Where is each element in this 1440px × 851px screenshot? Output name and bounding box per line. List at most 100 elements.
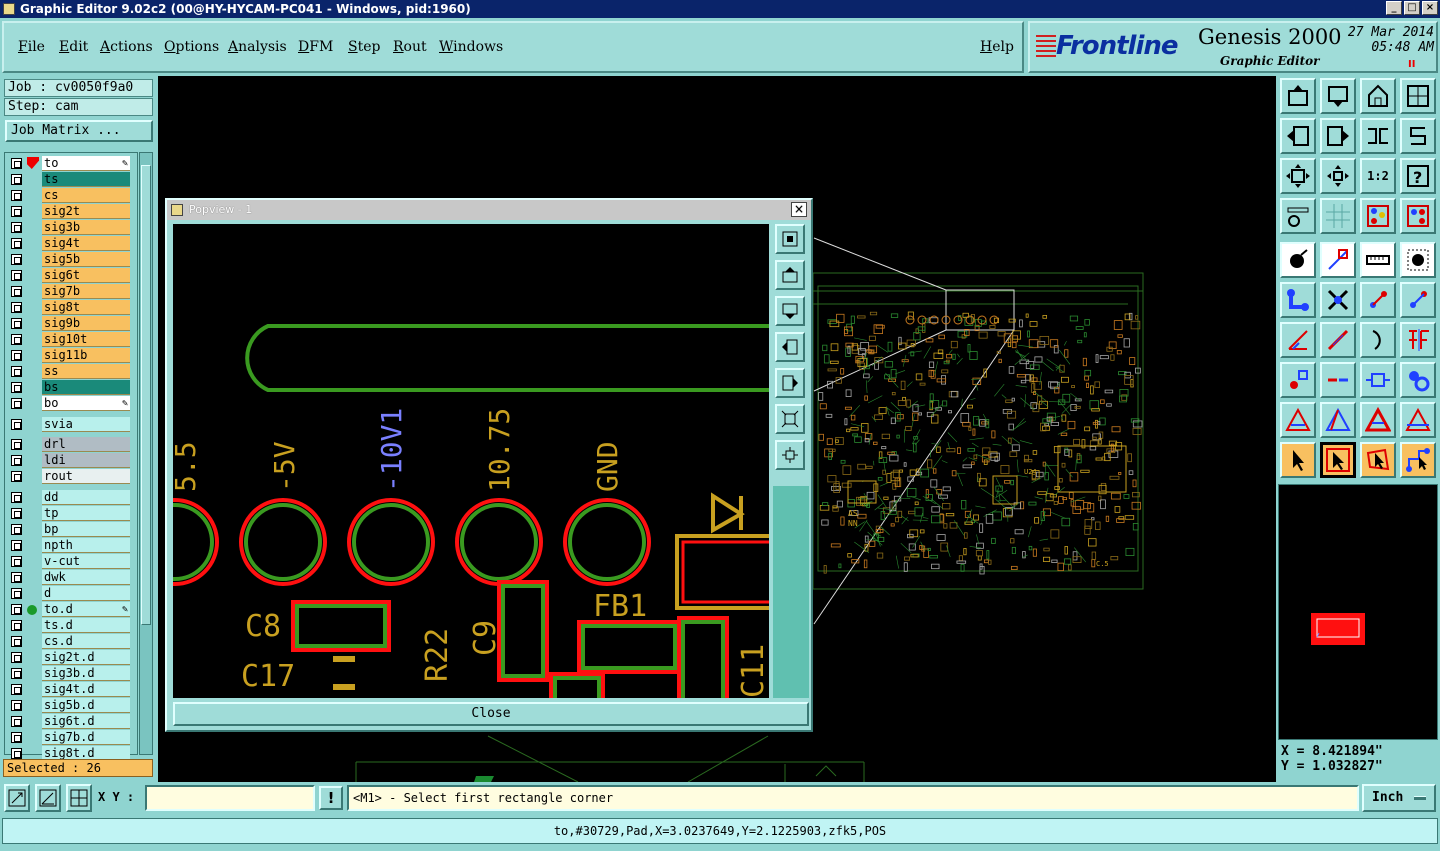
triangle-tool-4[interactable] [1400,402,1436,438]
layer-row-sig8t[interactable]: sig8t [7,300,130,315]
connect-tool[interactable] [1280,282,1316,318]
layer-row-svia[interactable]: svia [7,417,130,432]
layer-checkbox[interactable] [11,302,22,313]
pan-down-button[interactable] [775,296,805,326]
layer-checkbox[interactable] [11,604,22,615]
layer-row-sig9b[interactable]: sig9b [7,316,130,331]
layer-checkbox[interactable] [11,668,22,679]
layer-checkbox[interactable] [11,636,22,647]
zoom-in-button[interactable] [775,440,805,470]
menu-edit[interactable]: Edit [59,39,88,55]
arc-tool[interactable] [1360,322,1396,358]
popview-close-button[interactable]: Close [173,702,809,726]
layer-checkbox[interactable] [11,524,22,535]
layer-row-npth[interactable]: npth [7,538,130,553]
layer-checkbox[interactable] [11,700,22,711]
layer-checkbox[interactable] [11,540,22,551]
layer-checkbox[interactable] [11,684,22,695]
layer-checkbox[interactable] [11,366,22,377]
pan-right-tool[interactable] [1320,118,1356,154]
help-icon[interactable]: ? [1400,158,1436,194]
pan-right-button[interactable] [775,368,805,398]
layer-row-sig10t[interactable]: sig10t [7,332,130,347]
layer-row-sig6t[interactable]: sig6t [7,268,130,283]
layer-checkbox[interactable] [11,270,22,281]
layer-row-tp[interactable]: tp [7,506,130,521]
job-matrix-button[interactable]: Job Matrix ... [5,120,153,142]
select-net-tool[interactable] [1400,442,1436,478]
layer-checkbox[interactable] [11,572,22,583]
layer-checkbox[interactable] [11,334,22,345]
layer-checkbox[interactable] [11,556,22,567]
layer-row-ts-d[interactable]: ts.d [7,618,130,633]
drill-tool[interactable] [1280,362,1316,398]
triangle-tool-2[interactable] [1320,402,1356,438]
grid-snap-icon[interactable] [66,784,92,812]
feature-display-tool[interactable] [1400,198,1436,234]
alert-button[interactable]: ! [319,786,343,810]
resize-tool[interactable] [1360,362,1396,398]
select-surface-tool[interactable] [1400,242,1436,278]
add-line-tool[interactable] [1320,242,1356,278]
layer-row-bp[interactable]: bp [7,522,130,537]
grid-icon[interactable] [1320,198,1356,234]
layer-row-v-cut[interactable]: v-cut [7,554,130,569]
slope-tool[interactable] [1320,322,1356,358]
layer-row-ss[interactable]: ss [7,364,130,379]
units-selector[interactable]: Inch [1362,784,1436,812]
zoom-1-2-button[interactable]: 1:2 [1360,158,1396,194]
layer-row-sig3b[interactable]: sig3b [7,220,130,235]
layer-checkbox[interactable] [11,190,22,201]
minimize-icon[interactable]: _ [1386,1,1402,15]
cross-tool[interactable] [1320,282,1356,318]
layer-row-bo[interactable]: bo ✎ [7,396,130,411]
layer-checkbox[interactable] [11,350,22,361]
layer-checkbox[interactable] [11,398,22,409]
xy-input[interactable] [145,785,315,811]
window-layout-button[interactable] [1400,78,1436,114]
layer-row-cs-d[interactable]: cs.d [7,634,130,649]
move-pad-tool[interactable] [1360,282,1396,318]
tools-icon[interactable] [1280,198,1316,234]
layer-row-sig2t[interactable]: sig2t [7,204,130,219]
layer-row-drl[interactable]: drl [7,437,130,452]
layer-row-sig6t-d[interactable]: sig6t.d [7,714,130,729]
layer-checkbox[interactable] [11,254,22,265]
popview-canvas[interactable]: 5.5 -5V -10V1 10.75 GND C8 C17 R22 C9 FB… [173,224,769,698]
surface-tool[interactable] [1400,362,1436,398]
layer-row-bs[interactable]: bs [7,380,130,395]
layer-checkbox[interactable] [11,419,22,430]
layer-checkbox[interactable] [11,238,22,249]
line-split-tool[interactable] [1320,362,1356,398]
select-polygon-tool[interactable] [1360,442,1396,478]
layer-row-sig5b-d[interactable]: sig5b.d [7,698,130,713]
menu-dfm[interactable]: DFM [298,39,333,55]
save-button[interactable] [1320,78,1356,114]
layer-checkbox[interactable] [11,206,22,217]
popview-scroll-area[interactable] [773,486,809,698]
menu-analysis[interactable]: Analysis [228,39,287,55]
menu-rout[interactable]: Rout [393,39,427,55]
open-job-button[interactable] [1280,78,1316,114]
menu-step[interactable]: Step [348,39,380,55]
layer-checkbox[interactable] [11,222,22,233]
mirror-tool[interactable] [1360,118,1396,154]
layer-scroll-thumb[interactable] [141,165,151,625]
layer-checkbox[interactable] [11,652,22,663]
layer-row-sig2t-d[interactable]: sig2t.d [7,650,130,665]
layer-row-sig3b-d[interactable]: sig3b.d [7,666,130,681]
layer-checkbox[interactable] [11,508,22,519]
layer-checkbox[interactable] [11,286,22,297]
zoom-center-tool[interactable] [1320,158,1356,194]
layer-row-sig4t[interactable]: sig4t [7,236,130,251]
zoom-fit-tool[interactable] [1280,158,1316,194]
layer-scrollbar[interactable] [139,152,153,755]
layer-row-to[interactable]: to ✎ [7,156,130,171]
zoom-home-button[interactable] [775,224,805,254]
menu-windows[interactable]: Windows [439,39,503,55]
zoom-out-button[interactable] [775,404,805,434]
layer-row-sig7b[interactable]: sig7b [7,284,130,299]
layer-checkbox[interactable] [11,158,22,169]
layer-checkbox[interactable] [11,471,22,482]
pan-left-tool[interactable] [1280,118,1316,154]
